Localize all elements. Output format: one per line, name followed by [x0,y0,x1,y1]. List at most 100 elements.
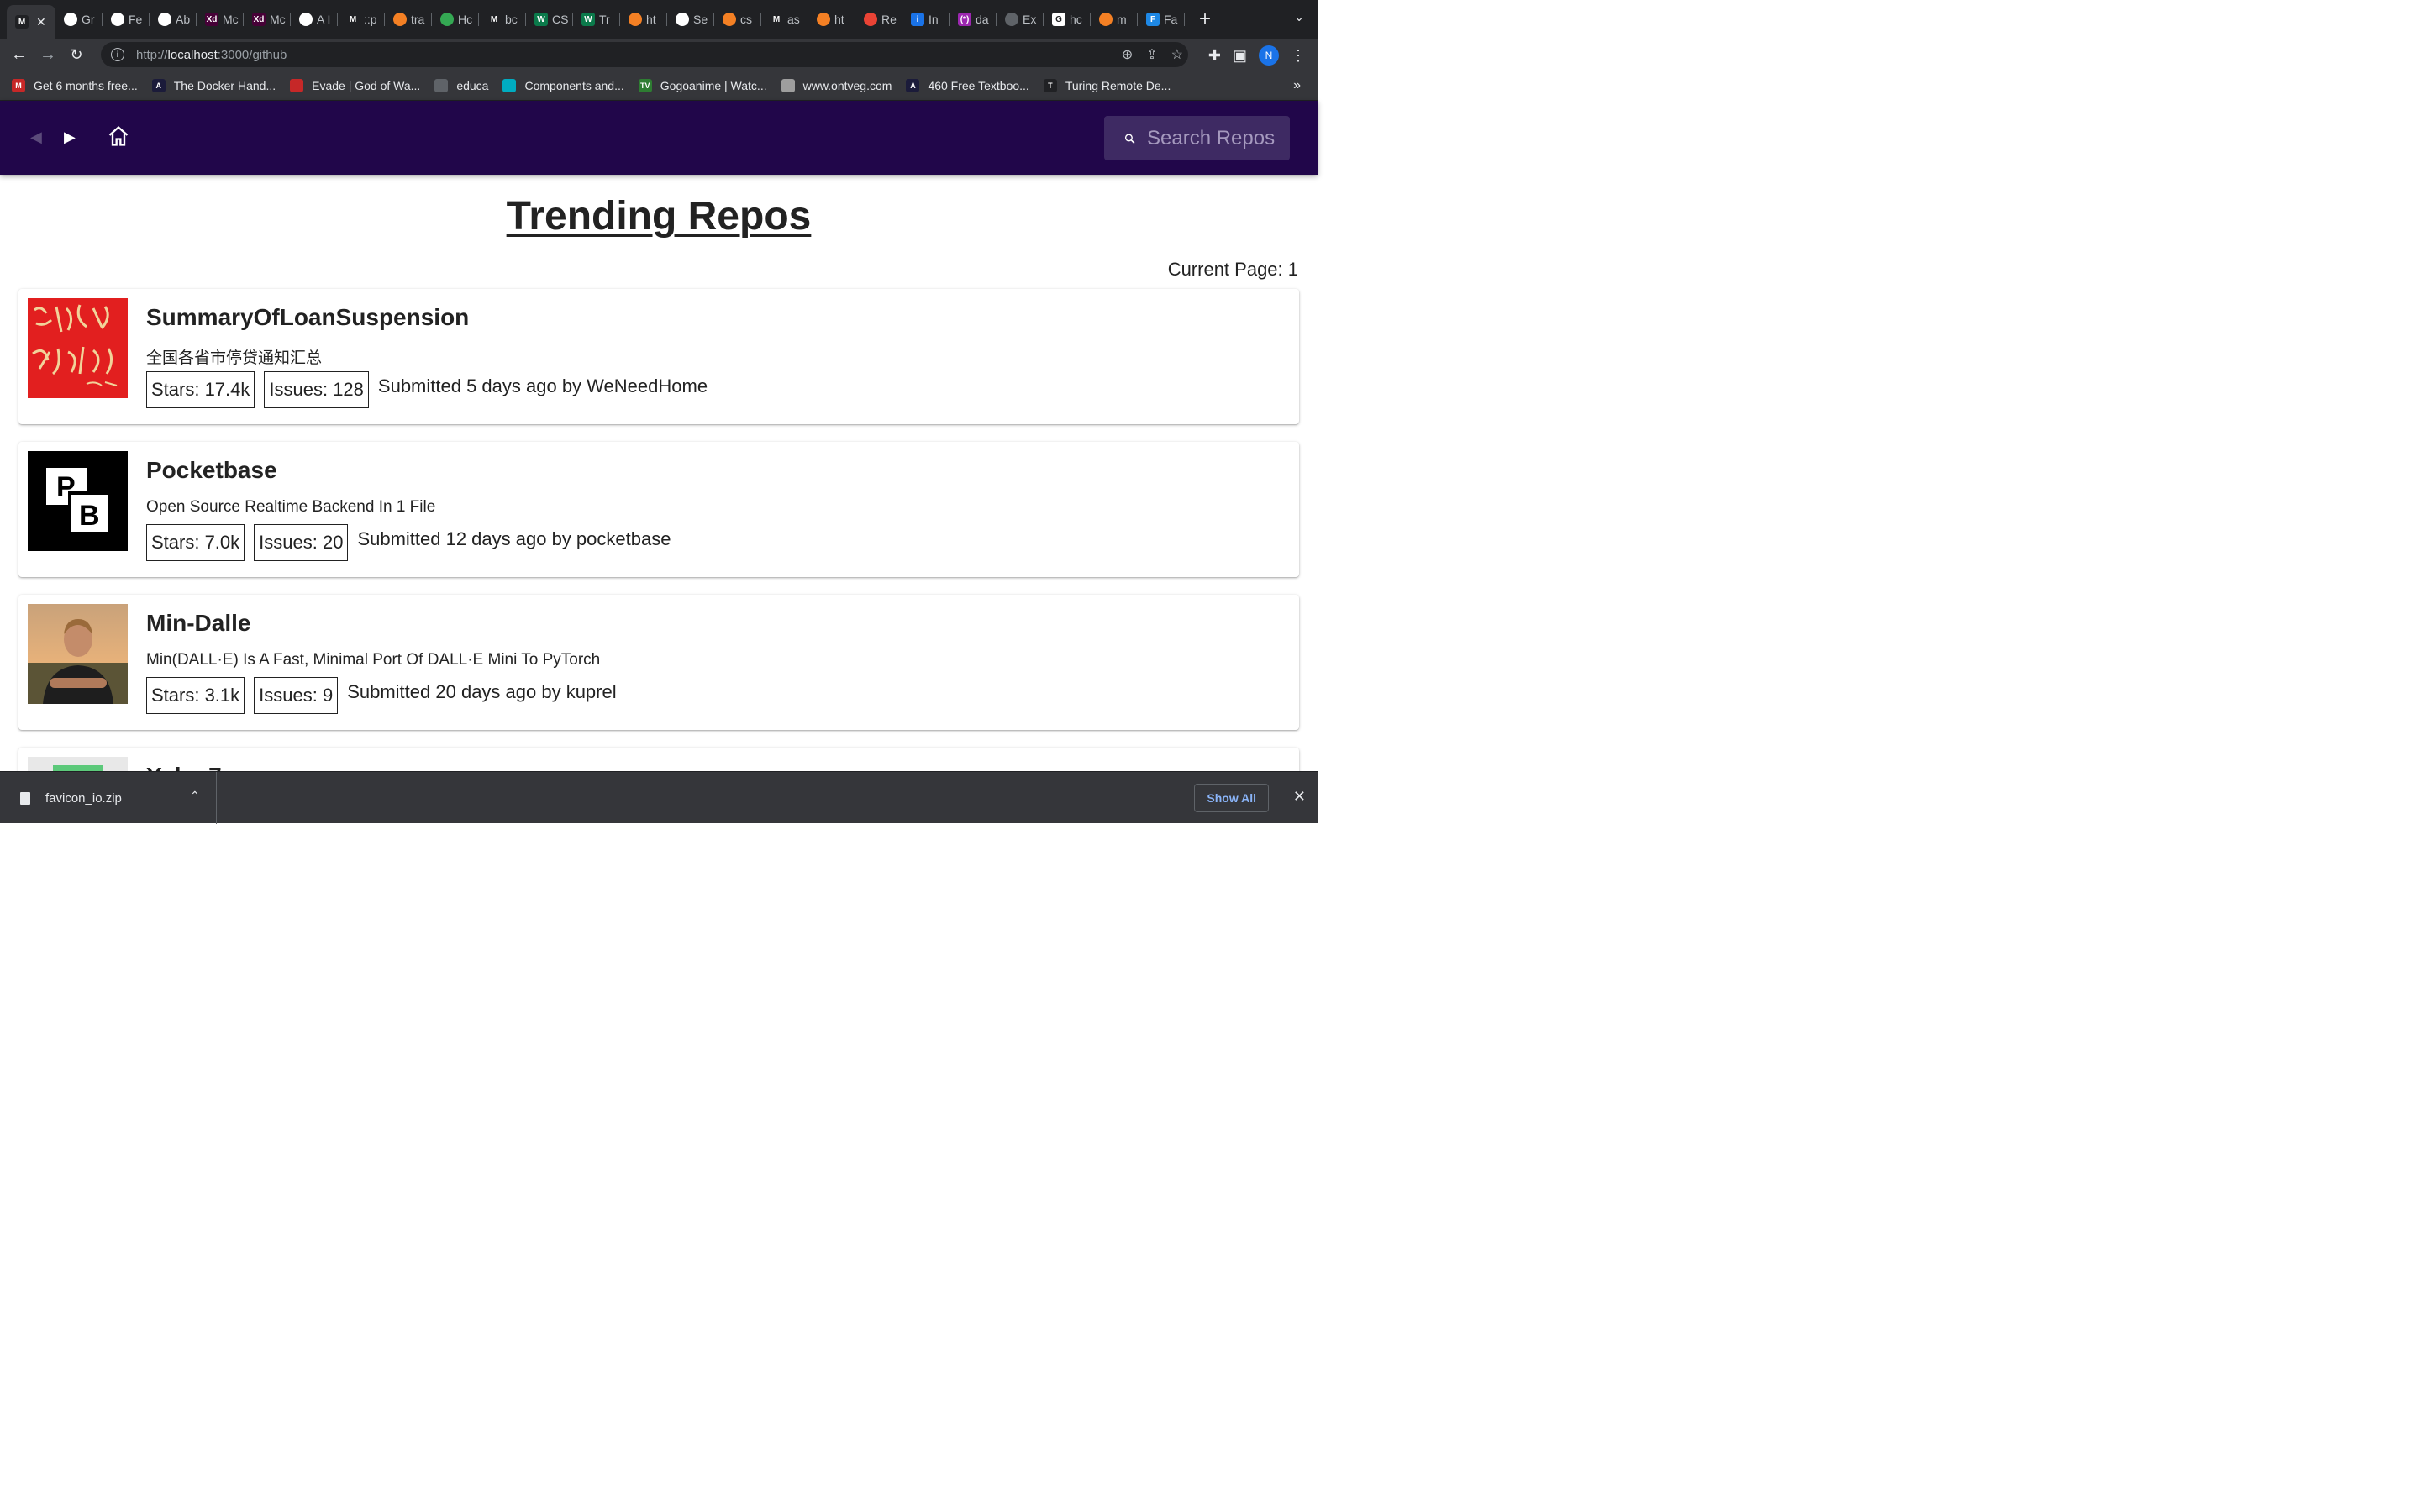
bookmark-item[interactable]: Evade | God of Wa... [290,78,421,92]
close-icon[interactable]: ✕ [1293,788,1306,806]
tab-title: tra [411,13,425,26]
browser-tab[interactable]: m [1091,4,1138,34]
submitted-info: Submitted 12 days ago by pocketbase [357,528,671,549]
repo-card[interactable]: SummaryOfLoanSuspension 全国各省市停贷通知汇总 Star… [18,289,1299,424]
tab-title: as [787,13,800,26]
bookmark-item[interactable]: Components and... [502,78,624,92]
bookmark-item[interactable]: M Get 6 months free... [12,78,138,92]
bookmarks-overflow-icon[interactable]: » [1293,78,1301,93]
bookmark-item[interactable]: T Turing Remote De... [1043,78,1171,92]
tab-title: ht [646,13,656,26]
browser-tab[interactable]: A I [291,4,338,34]
browser-tab[interactable]: Se [667,4,714,34]
browser-tab[interactable]: W Tr [573,4,620,34]
browser-tab[interactable]: Ghc [1044,4,1091,34]
bookmark-item[interactable]: A The Docker Hand... [151,78,276,92]
browser-tab-strip: M ✕ Gr Fe Ab Xd Mc Xd Mc A I M::p tra Hc Mbc W CS W Tr ht S… [0,0,1318,39]
share-icon[interactable]: ⇪ [1146,46,1157,63]
repo-name[interactable]: SummaryOfLoanSuspension [146,304,469,331]
browser-tab[interactable]: Gr [55,4,103,34]
issues-badge: Issues: 20 [254,524,349,561]
repo-description: 全国各省市停贷通知汇总 [146,349,323,367]
browser-tab[interactable]: Ab [150,4,197,34]
browser-tab[interactable]: Mas [761,4,808,34]
tab-search-chevron-icon[interactable]: ⌄ [1294,10,1304,24]
bookmark-star-icon[interactable]: ☆ [1171,46,1183,63]
search-repos[interactable] [1104,116,1290,160]
browser-tab[interactable]: Fe [103,4,150,34]
app-header: ◀ ▶ [0,101,1318,175]
new-tab-icon[interactable]: + [1195,8,1215,31]
browser-tab[interactable]: Mbc [479,4,526,34]
repo-name[interactable]: Pocketbase [146,457,277,484]
bookmark-label: www.ontveg.com [802,78,892,92]
gmail-icon [864,13,877,26]
show-all-button[interactable]: Show All [1194,784,1269,812]
browser-tab[interactable]: M ✕ [7,5,55,39]
bookmark-item[interactable]: educa [434,78,488,92]
repo-name[interactable]: Yolov7 [146,763,222,771]
address-bar[interactable]: i http://localhost:3000/github ⊕ ⇪ ☆ [101,42,1188,67]
tab-favicon-icon: M [15,15,29,29]
zoom-icon[interactable]: ⊕ [1122,46,1133,63]
browser-tab[interactable]: F Fa [1138,4,1185,34]
browser-tab[interactable]: tra [385,4,432,34]
tab-title: Hc [458,13,473,26]
back-arrow-icon[interactable]: ← [5,40,34,69]
page-title: Trending Repos [506,194,812,239]
home-icon[interactable] [107,124,130,153]
stars-badge: Stars: 3.1k [146,677,245,714]
reload-icon[interactable]: ↻ [62,40,91,69]
browser-tab[interactable]: cs [714,4,761,34]
tab-favicon-icon: G [1052,13,1065,26]
repo-name[interactable]: Min-Dalle [146,610,250,637]
search-repos-input[interactable] [1147,126,1290,150]
repo-avatar [28,298,128,398]
repo-card[interactable]: Yolov7 [18,748,1299,771]
bookmark-item[interactable]: A 460 Free Textboo... [906,78,1029,92]
chevron-up-icon[interactable]: ⌃ [190,789,200,803]
file-icon [20,791,30,805]
site-info-icon[interactable]: i [111,48,124,61]
svg-text:B: B [79,500,100,532]
nav-forward-icon[interactable]: ▶ [64,129,76,146]
stackoverflow-icon [1099,13,1113,26]
extensions-puzzle-icon[interactable]: ✚ [1208,47,1221,65]
bookmark-item[interactable]: TV Gogoanime | Watc... [638,78,767,92]
browser-menu-icon[interactable]: ⋮ [1291,47,1306,65]
tab-favicon-icon: Xd [252,13,266,26]
repo-avatar: P B [28,451,128,551]
repo-card[interactable]: Min-Dalle Min(DALL·E) Is A Fast, Minimal… [18,595,1299,730]
browser-tab[interactable]: Ex [997,4,1044,34]
github-icon [158,13,171,26]
tab-favicon-icon: (*) [958,13,971,26]
bookmark-label: Get 6 months free... [34,78,138,92]
browser-tab[interactable]: ht [808,4,855,34]
browser-tab[interactable]: (*) da [950,4,997,34]
browser-tab[interactable]: W CS [526,4,573,34]
submitted-info: Submitted 5 days ago by WeNeedHome [377,375,708,396]
side-panel-icon[interactable]: ▣ [1233,47,1247,65]
repo-card[interactable]: P B Pocketbase Open Source Realtime Back… [18,442,1299,577]
bookmark-favicon-icon: T [1043,78,1057,92]
bookmark-label: Evade | God of Wa... [312,78,421,92]
download-item[interactable]: favicon_io.zip ⌃ [0,772,217,824]
forward-arrow-icon[interactable]: → [34,40,62,69]
browser-tab[interactable]: Xd Mc [197,4,244,34]
profile-avatar[interactable]: N [1259,45,1279,66]
tab-close-icon[interactable]: ✕ [36,15,46,29]
url-text[interactable]: http://localhost:3000/github [136,48,287,62]
browser-tab[interactable]: Hc [432,4,479,34]
submitted-info: Submitted 20 days ago by kuprel [347,681,617,702]
nav-back-icon[interactable]: ◀ [30,129,42,146]
bookmark-item[interactable]: www.ontveg.com [781,78,892,92]
tab-title: Tr [599,13,610,26]
browser-tab[interactable]: i In [902,4,950,34]
tab-favicon-icon: W [581,13,595,26]
stars-badge: Stars: 17.4k [146,371,255,408]
browser-tab[interactable]: Xd Mc [244,4,291,34]
browser-tab[interactable]: ht [620,4,667,34]
browser-tab[interactable]: M::p [338,4,385,34]
browser-tab[interactable]: Re [855,4,902,34]
tab-title: Fa [1164,13,1178,26]
